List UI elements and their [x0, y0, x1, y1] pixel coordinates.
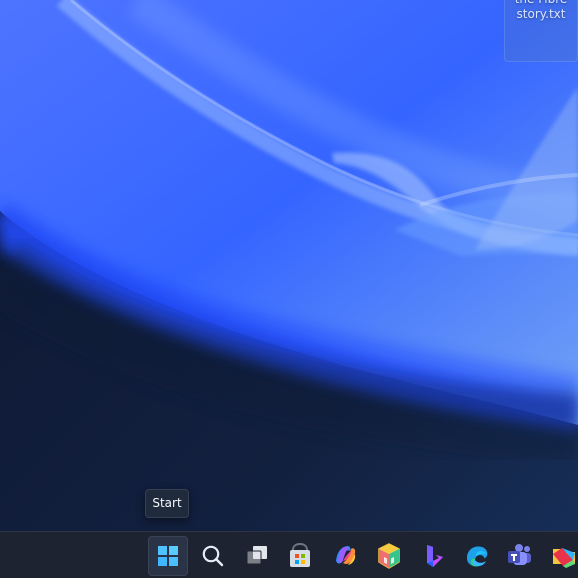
- bing-icon: [427, 545, 443, 567]
- search-button[interactable]: [193, 536, 233, 576]
- store-button[interactable]: [280, 536, 320, 576]
- desktop: the Fibre story.txt Start: [0, 0, 578, 578]
- taskbar: [0, 531, 578, 578]
- edge-button[interactable]: [457, 536, 497, 576]
- task-view-button[interactable]: [237, 536, 277, 576]
- search-icon: [202, 545, 224, 567]
- wallpaper-graphic: [0, 0, 578, 578]
- start-tooltip: Start: [145, 489, 189, 518]
- bing-button[interactable]: [413, 536, 453, 576]
- teams-icon: [508, 544, 531, 565]
- copilot-icon: [336, 546, 356, 565]
- package-cube-icon: [378, 543, 400, 569]
- store-icon: [290, 542, 310, 567]
- files-button[interactable]: [544, 536, 578, 576]
- desktop-text-file[interactable]: the Fibre story.txt: [504, 0, 578, 62]
- windows-start-icon: [158, 546, 178, 566]
- edge-icon: [467, 546, 488, 567]
- task-view-icon: [246, 546, 267, 565]
- teams-button[interactable]: [500, 536, 540, 576]
- start-button[interactable]: [148, 536, 188, 576]
- desktop-file-label: the Fibre story.txt: [515, 0, 568, 21]
- wallpaper: [0, 0, 578, 578]
- folder-icon: [553, 548, 575, 568]
- package-app-button[interactable]: [369, 536, 409, 576]
- copilot-button[interactable]: [325, 536, 365, 576]
